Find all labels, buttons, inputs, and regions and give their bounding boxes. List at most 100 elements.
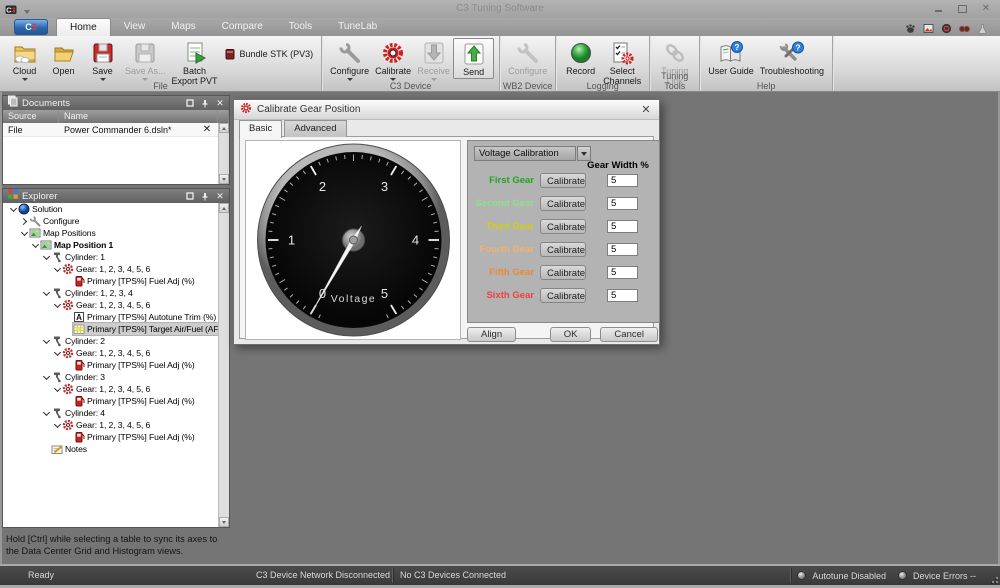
gear-width-input-second-gear[interactable]: [607, 197, 638, 210]
panel-pin-icon[interactable]: [200, 98, 210, 108]
tree-item-notes[interactable]: Notes: [3, 443, 218, 455]
tree-item-cylinder-2[interactable]: Cylinder: 2: [3, 335, 218, 347]
tree-expand-icon[interactable]: [31, 244, 40, 247]
resize-grip[interactable]: [989, 574, 998, 583]
tree-expand-icon[interactable]: [42, 256, 51, 259]
minimize-button[interactable]: [932, 3, 944, 14]
combo-dropdown-icon[interactable]: [577, 146, 591, 161]
document-close-icon[interactable]: ✕: [196, 124, 218, 135]
panel-maximize-icon[interactable]: [185, 98, 195, 108]
save-as-button[interactable]: Save As...: [122, 38, 169, 82]
tree-item-gear-1-2-3-4-5-6[interactable]: Gear: 1, 2, 3, 4, 5, 6: [3, 263, 218, 275]
record-button[interactable]: Record: [561, 38, 600, 77]
receive-button[interactable]: Receive: [414, 38, 453, 82]
user-guide-button[interactable]: ?User Guide: [705, 38, 757, 77]
document-row[interactable]: FilePower Commander 6.dsln*✕: [3, 123, 218, 137]
tree-item-primary-tps-fuel-adj[interactable]: Primary [TPS%] Fuel Adj (%): [3, 431, 218, 443]
close-button[interactable]: ✕: [980, 3, 992, 14]
tree-expand-icon[interactable]: [42, 292, 51, 295]
configure-button[interactable]: Configure: [505, 38, 550, 77]
tree-item-primary-tps-fuel-adj[interactable]: Primary [TPS%] Fuel Adj (%): [3, 359, 218, 371]
troubleshooting-button[interactable]: ?Troubleshooting: [757, 38, 827, 77]
tree-item-cylinder-1-2-3-4[interactable]: Cylinder: 1, 2, 3, 4: [3, 287, 218, 299]
tree-item-primary-tps-autotune-trim[interactable]: APrimary [TPS%] Autotune Trim (%): [3, 311, 218, 323]
tree-expand-icon[interactable]: [20, 232, 29, 235]
gear-width-input-first-gear[interactable]: [607, 174, 638, 187]
tree-item-gear-1-2-3-4-5-6[interactable]: Gear: 1, 2, 3, 4, 5, 6: [3, 383, 218, 395]
column-name[interactable]: Name: [59, 110, 218, 123]
batch-export-pvt-button[interactable]: Batch Export PVT: [169, 38, 221, 87]
cloud-button[interactable]: Cloud: [5, 38, 44, 82]
tree-expand-icon[interactable]: [53, 268, 62, 271]
scroll-up-icon[interactable]: [219, 203, 229, 213]
documents-column-header[interactable]: Source Name: [3, 110, 229, 123]
tab-tunelab[interactable]: TuneLab: [325, 18, 390, 36]
tree-item-map-positions[interactable]: Map Positions: [3, 227, 218, 239]
tree-item-primary-tps-fuel-adj[interactable]: Primary [TPS%] Fuel Adj (%): [3, 275, 218, 287]
tree-expand-icon[interactable]: [9, 208, 18, 211]
tab-view[interactable]: View: [111, 18, 159, 36]
tab-compare[interactable]: Compare: [209, 18, 276, 36]
bundle-stk-pv3-button[interactable]: Bundle STK (PV3): [221, 39, 317, 68]
calibrate-second-gear-button[interactable]: Calibrate: [540, 196, 586, 211]
tree-expand-icon[interactable]: [20, 219, 29, 224]
tree-expand-icon[interactable]: [53, 388, 62, 391]
tree-item-map-position-1[interactable]: Map Position 1: [3, 239, 218, 251]
tree-item-primary-tps-target-air-fuel-afr[interactable]: Primary [TPS%] Target Air/Fuel (AFR): [3, 323, 218, 335]
documents-scrollbar[interactable]: [218, 123, 229, 184]
tree-expand-icon[interactable]: [53, 352, 62, 355]
tree-item-configure[interactable]: Configure: [3, 215, 218, 227]
save-button[interactable]: Save: [83, 38, 122, 82]
calibrate-fourth-gear-button[interactable]: Calibrate: [540, 242, 586, 257]
dialog-close-icon[interactable]: ✕: [639, 103, 653, 116]
calibrate-sixth-gear-button[interactable]: Calibrate: [540, 288, 586, 303]
panel-close-icon[interactable]: ✕: [215, 191, 225, 201]
calibrate-button[interactable]: Calibrate: [372, 38, 414, 82]
tree-expand-icon[interactable]: [42, 340, 51, 343]
tree-item-gear-1-2-3-4-5-6[interactable]: Gear: 1, 2, 3, 4, 5, 6: [3, 299, 218, 311]
panel-close-icon[interactable]: ✕: [215, 98, 225, 108]
panel-maximize-icon[interactable]: [185, 191, 195, 201]
gear-width-input-third-gear[interactable]: [607, 220, 638, 233]
send-button[interactable]: Send: [453, 38, 494, 79]
tab-maps[interactable]: Maps: [158, 18, 208, 36]
dialog-tab-basic[interactable]: Basic: [239, 120, 282, 138]
align-button[interactable]: Align: [467, 327, 516, 342]
calibrate-third-gear-button[interactable]: Calibrate: [540, 219, 586, 234]
tree-item-cylinder-4[interactable]: Cylinder: 4: [3, 407, 218, 419]
tab-home[interactable]: Home: [56, 18, 111, 36]
tree-item-primary-tps-fuel-adj[interactable]: Primary [TPS%] Fuel Adj (%): [3, 395, 218, 407]
gear-width-input-fifth-gear[interactable]: [607, 266, 638, 279]
application-menu-button[interactable]: C3: [14, 19, 48, 35]
tree-item-solution[interactable]: Solution: [3, 203, 218, 215]
explorer-scrollbar[interactable]: [218, 203, 229, 527]
tab-tools[interactable]: Tools: [276, 18, 325, 36]
select-channels-button[interactable]: Select Channels: [600, 38, 644, 87]
tree-item-gear-1-2-3-4-5-6[interactable]: Gear: 1, 2, 3, 4, 5, 6: [3, 419, 218, 431]
scroll-down-icon[interactable]: [219, 517, 229, 527]
tree-expand-icon[interactable]: [53, 304, 62, 307]
tree-item-gear-1-2-3-4-5-6[interactable]: Gear: 1, 2, 3, 4, 5, 6: [3, 347, 218, 359]
tree-item-cylinder-1[interactable]: Cylinder: 1: [3, 251, 218, 263]
documents-panel-header[interactable]: Documents ✕: [3, 96, 229, 110]
column-source[interactable]: Source: [3, 110, 59, 123]
calibrate-first-gear-button[interactable]: Calibrate: [540, 173, 586, 188]
tree-expand-icon[interactable]: [53, 424, 62, 427]
gear-width-input-sixth-gear[interactable]: [607, 289, 638, 302]
maximize-button[interactable]: [956, 3, 968, 14]
tree-item-cylinder-3[interactable]: Cylinder: 3: [3, 371, 218, 383]
dialog-tab-advanced[interactable]: Advanced: [284, 120, 346, 137]
scroll-up-icon[interactable]: [219, 123, 229, 133]
dialog-title-bar[interactable]: Calibrate Gear Position ✕: [234, 100, 659, 120]
calibrate-fifth-gear-button[interactable]: Calibrate: [540, 265, 586, 280]
configure-button[interactable]: Configure: [327, 38, 372, 82]
scroll-down-icon[interactable]: [219, 174, 229, 184]
open-button[interactable]: Open: [44, 38, 83, 77]
panel-pin-icon[interactable]: [200, 191, 210, 201]
tree-expand-icon[interactable]: [42, 412, 51, 415]
explorer-panel-header[interactable]: Explorer ✕: [3, 189, 229, 203]
cancel-button[interactable]: Cancel: [600, 327, 658, 342]
calibration-mode-select[interactable]: Voltage Calibration: [474, 146, 576, 161]
ok-button[interactable]: OK: [550, 327, 592, 342]
gear-width-input-fourth-gear[interactable]: [607, 243, 638, 256]
